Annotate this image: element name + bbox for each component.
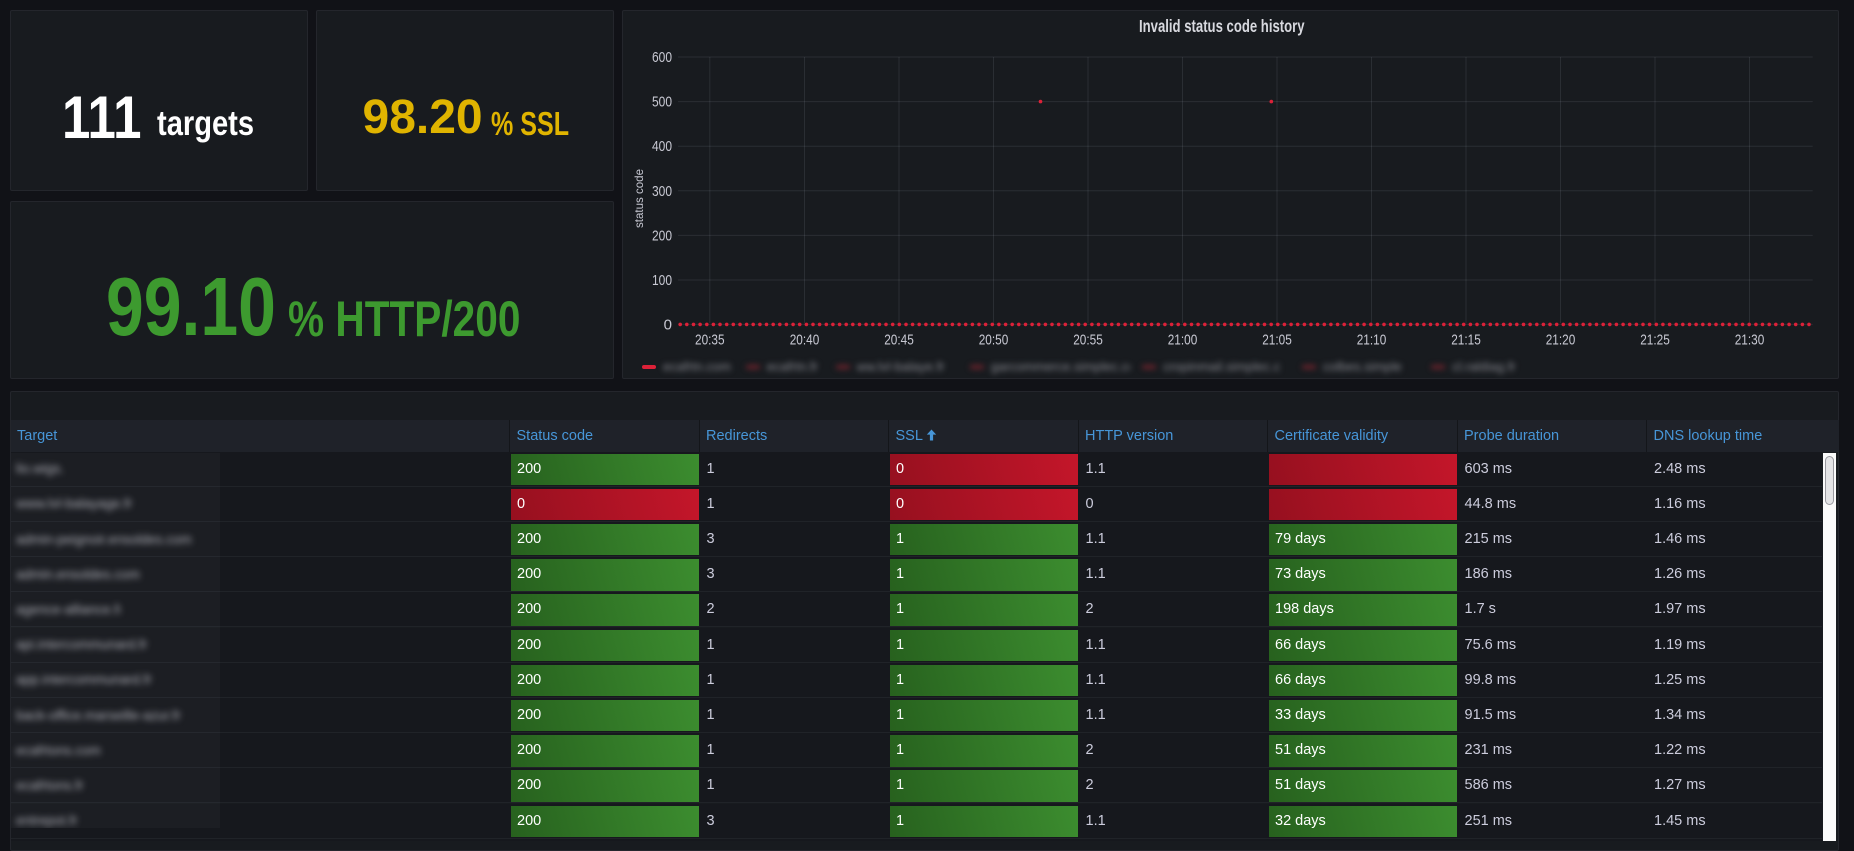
svg-text:400: 400	[652, 138, 672, 155]
svg-text:20:45: 20:45	[884, 331, 914, 348]
svg-text:20:50: 20:50	[979, 331, 1009, 348]
svg-text:21:15: 21:15	[1451, 331, 1481, 348]
svg-text:21:10: 21:10	[1357, 331, 1387, 348]
svg-text:100: 100	[652, 272, 672, 289]
svg-text:300: 300	[652, 183, 672, 200]
svg-text:21:30: 21:30	[1735, 331, 1765, 348]
svg-text:status code: status code	[632, 169, 646, 228]
svg-text:20:35: 20:35	[695, 331, 725, 348]
svg-text:600: 600	[652, 49, 672, 66]
svg-text:21:25: 21:25	[1640, 331, 1670, 348]
svg-text:21:05: 21:05	[1262, 331, 1292, 348]
svg-text:21:20: 21:20	[1546, 331, 1576, 348]
svg-text:200: 200	[652, 227, 672, 244]
svg-text:0: 0	[664, 317, 672, 334]
svg-text:20:40: 20:40	[790, 331, 820, 348]
svg-text:500: 500	[652, 94, 672, 111]
svg-text:20:55: 20:55	[1073, 331, 1103, 348]
svg-text:21:00: 21:00	[1168, 331, 1198, 348]
